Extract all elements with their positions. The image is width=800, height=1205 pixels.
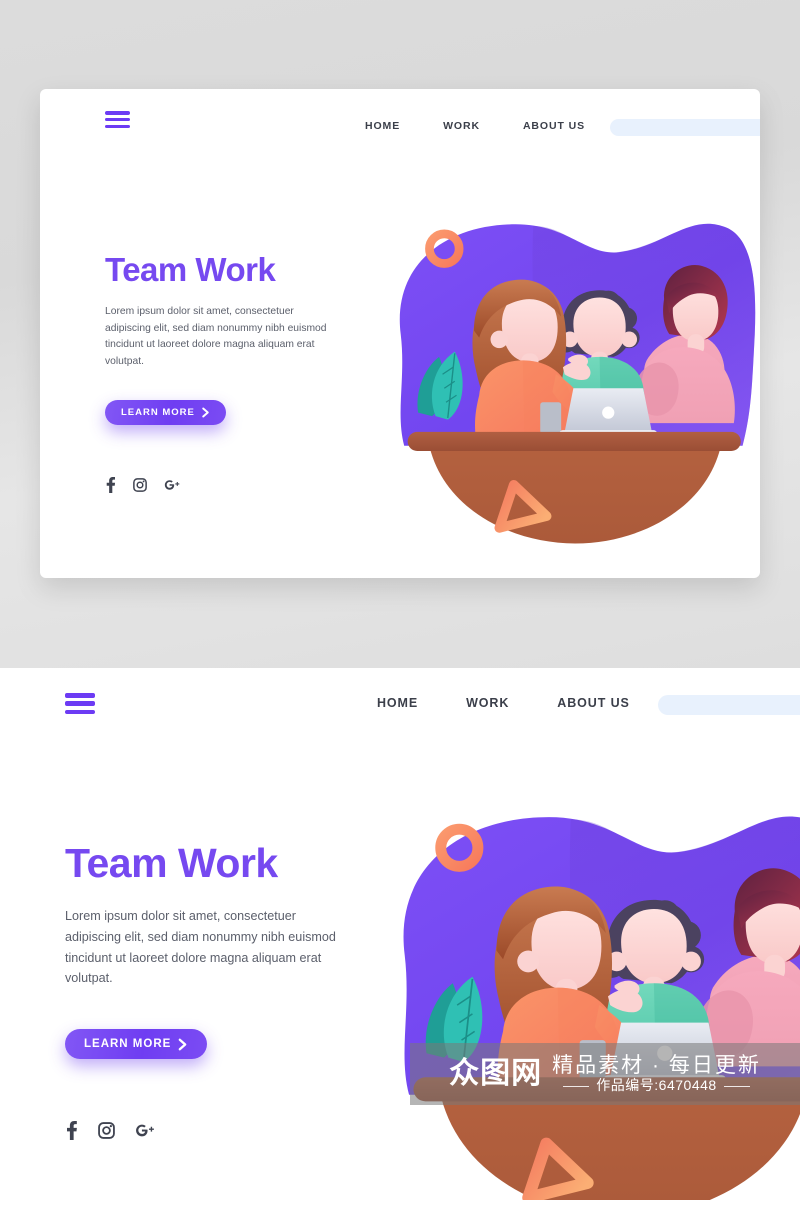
hero-copy-bottom: Team Work Lorem ipsum dolor sit amet, co… [65,840,365,1141]
nav-links-bottom: HOME WORK ABOUT US [377,696,630,710]
nav-link-work-bottom[interactable]: WORK [466,696,509,710]
chevron-right-icon [201,407,210,418]
facebook-icon-bottom[interactable] [65,1121,78,1141]
nav-links-top: HOME WORK ABOUT US [365,120,585,132]
brown-desk [407,431,741,452]
desk-bowl [428,442,722,544]
desk-bowl-bottom [439,1090,800,1200]
chevron-right-icon-bottom [177,1038,188,1051]
instagram-icon[interactable] [133,477,147,492]
hamburger-icon[interactable] [105,111,130,128]
learn-more-button[interactable]: LEARN MORE [105,399,226,425]
nav-link-about-us-bottom[interactable]: ABOUT US [557,696,629,710]
watermark-id-label: 作品编号:6470448 [596,1077,717,1094]
google-plus-icon[interactable] [164,478,181,492]
browser-card: HOME WORK ABOUT US Team Work Lorem ipsum… [40,89,760,578]
social-links-top [105,476,365,493]
watermark-text-group: 精品素材 · 每日更新 作品编号:6470448 [552,1054,761,1093]
laptop [559,388,658,438]
illustration-svg [399,223,756,544]
bottom-detail-section: HOME WORK ABOUT US Team Work Lorem ipsum… [0,668,800,1205]
navbar-bottom: HOME WORK ABOUT US [0,668,800,748]
hero-description: Lorem ipsum dolor sit amet, consectetuer… [105,306,327,368]
page-title: Team Work [105,251,276,288]
watermark-logo: 众图网 [449,1057,543,1090]
facebook-icon[interactable] [105,476,116,493]
hero-copy-top: Team Work Lorem ipsum dolor sit amet, co… [105,253,365,493]
learn-more-label: LEARN MORE [121,406,195,418]
learn-more-label-bottom: LEARN MORE [84,1038,172,1051]
nav-link-work[interactable]: WORK [443,120,480,132]
nav-link-home-bottom[interactable]: HOME [377,696,418,710]
illustration-svg-bottom [403,816,800,1200]
watermark-rule-left [563,1085,590,1087]
team-work-illustration-top [385,194,760,578]
nav-link-about-us[interactable]: ABOUT US [523,120,585,132]
instagram-icon-bottom[interactable] [98,1122,115,1139]
coffee-cup [540,402,562,434]
watermark-overlay: 众图网 精品素材 · 每日更新 作品编号:6470448 [410,1043,800,1105]
watermark-tagline: 精品素材 · 每日更新 [552,1054,761,1078]
watermark-id: 作品编号:6470448 [563,1077,750,1094]
hero-description-bottom: Lorem ipsum dolor sit amet, consectetuer… [65,909,336,986]
watermark-rule-right [723,1085,750,1087]
search-input[interactable] [610,119,760,136]
google-plus-icon-bottom[interactable] [135,1122,156,1139]
page-title-bottom: Team Work [65,840,278,886]
social-links-bottom [65,1121,365,1141]
team-work-illustration-bottom [385,780,800,1200]
search-input-bottom[interactable] [658,695,800,715]
navbar-top: HOME WORK ABOUT US [40,89,760,169]
hamburger-icon-bottom[interactable] [65,693,95,714]
nav-link-home[interactable]: HOME [365,120,400,132]
learn-more-button-bottom[interactable]: LEARN MORE [65,1029,208,1060]
top-preview-stage: HOME WORK ABOUT US Team Work Lorem ipsum… [0,0,800,668]
